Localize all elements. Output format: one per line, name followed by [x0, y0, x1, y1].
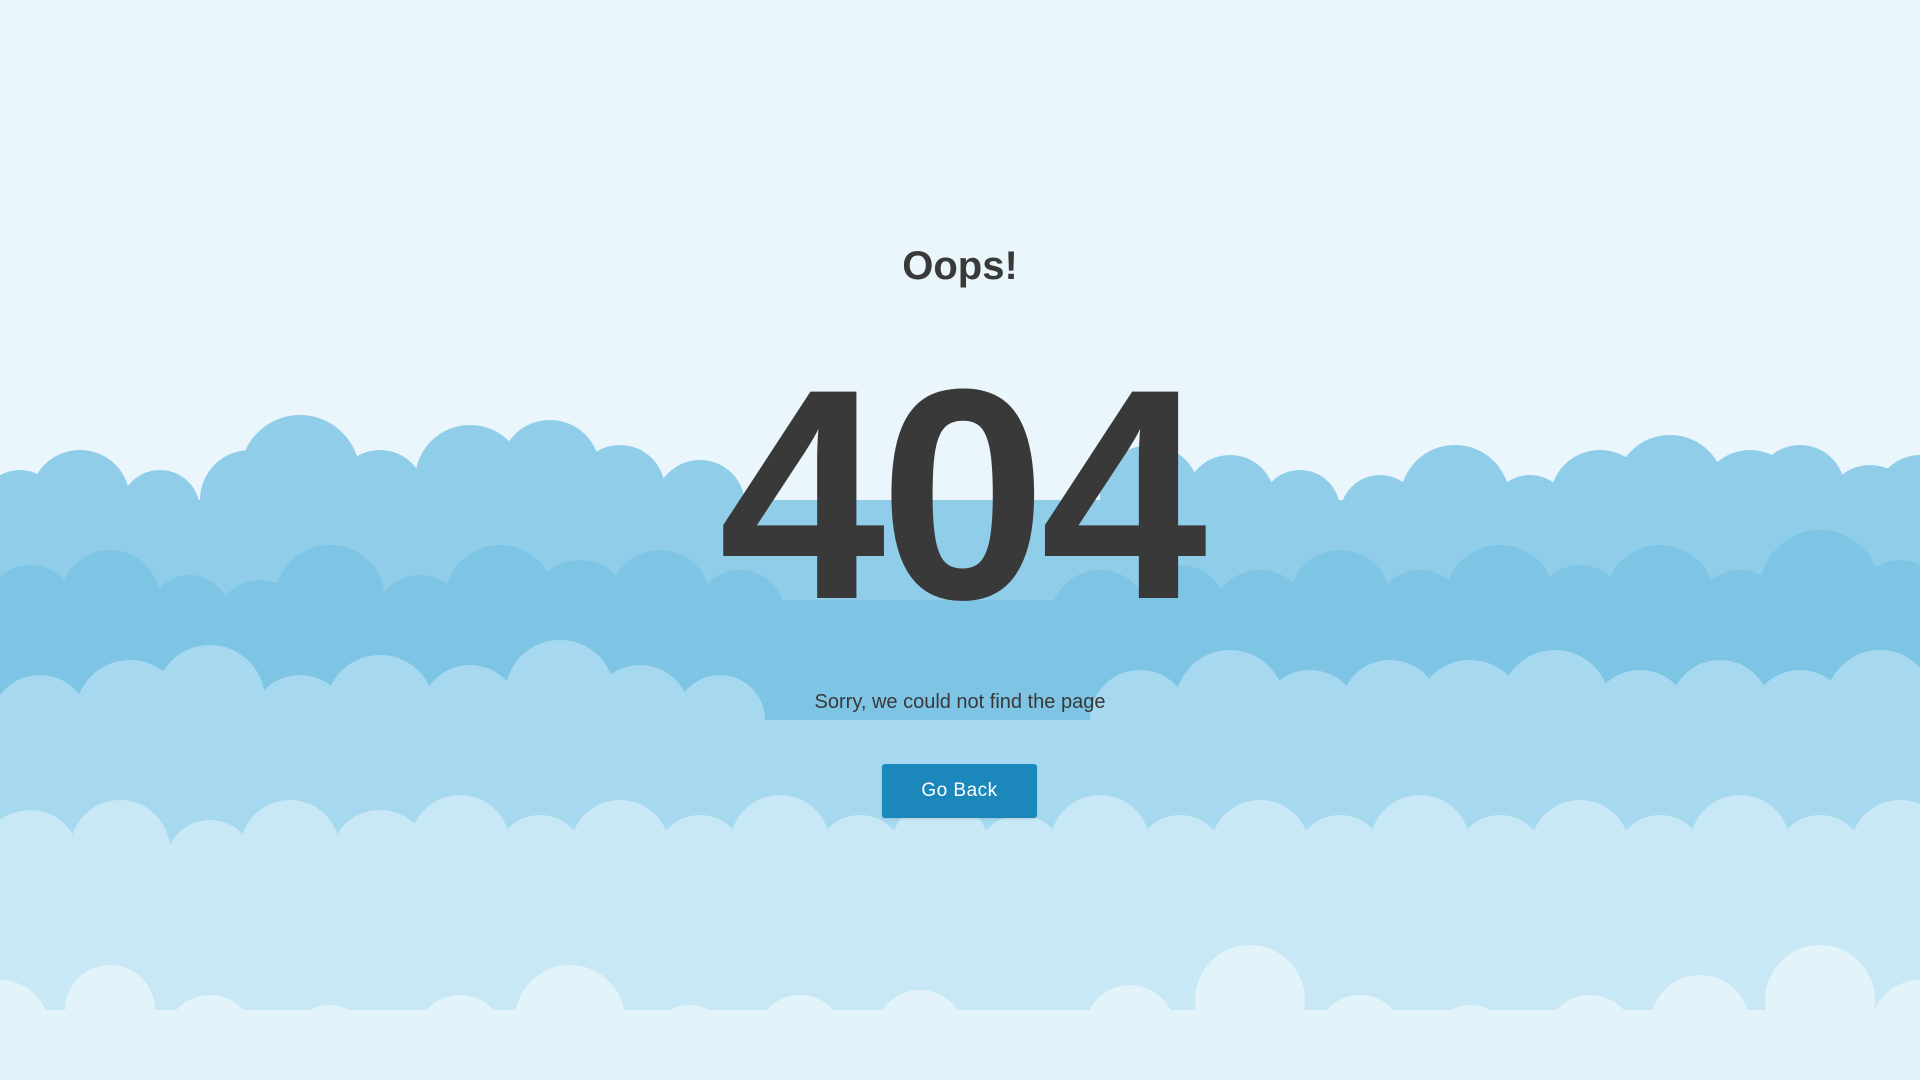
page-title: Oops! [902, 244, 1018, 288]
error-message: Sorry, we could not find the page [814, 691, 1106, 713]
error-content: Oops! 404 Sorry, we could not find the p… [0, 0, 1920, 1080]
go-back-button[interactable]: Go Back [882, 764, 1037, 818]
error-code: 404 [718, 326, 1208, 662]
error-404-page: Oops! 404 Sorry, we could not find the p… [0, 0, 1920, 1080]
